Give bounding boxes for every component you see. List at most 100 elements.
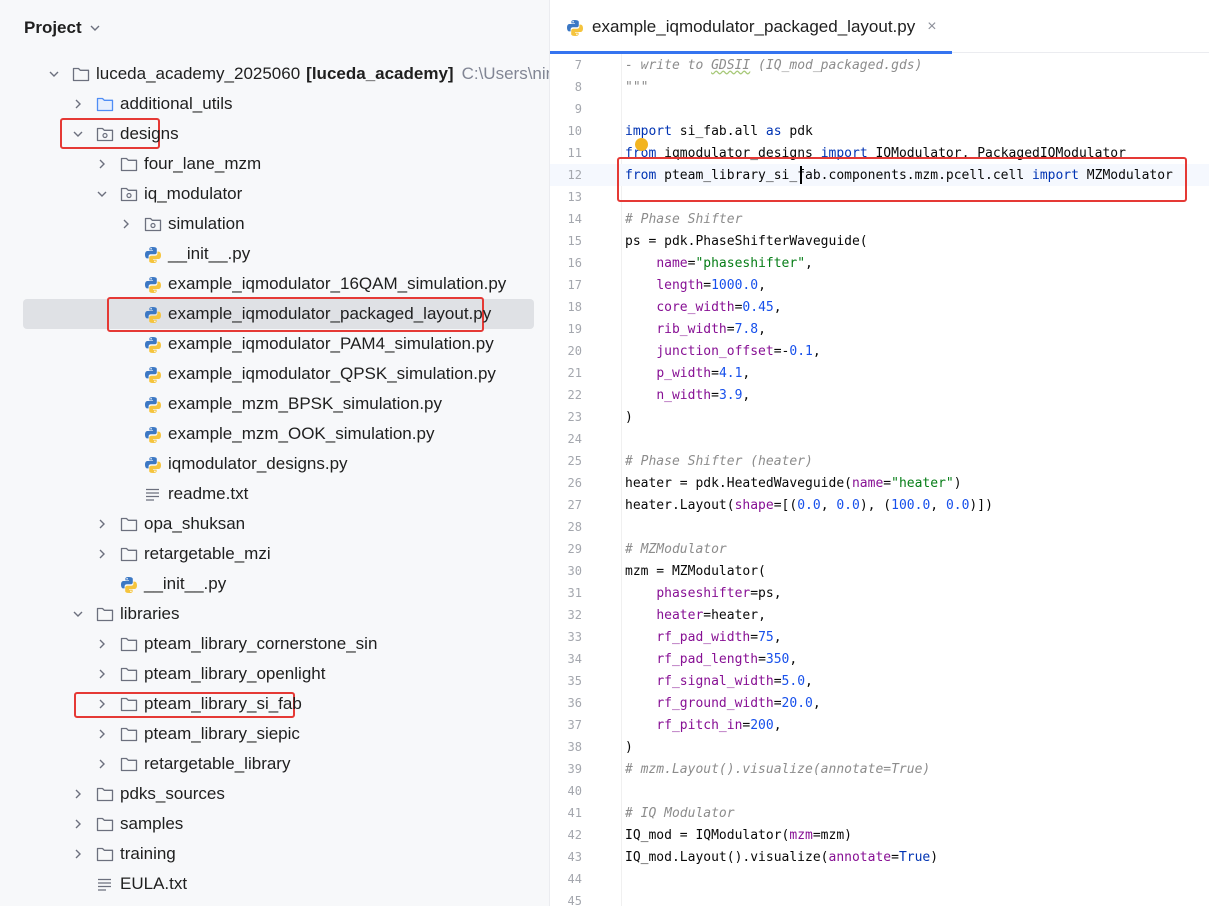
code-line[interactable]: 38) xyxy=(550,736,1209,758)
chevron-down-icon[interactable] xyxy=(96,188,108,200)
line-number: 38 xyxy=(567,740,582,754)
code-line[interactable]: 22 n_width=3.9, xyxy=(550,384,1209,406)
tree-item[interactable]: four_lane_mzm xyxy=(0,149,549,179)
tree-item[interactable]: readme.txt xyxy=(0,479,549,509)
chevron-right-icon[interactable] xyxy=(72,98,84,110)
chevron-down-icon[interactable] xyxy=(72,608,84,620)
tree-item[interactable]: additional_utils xyxy=(0,89,549,119)
code-line[interactable]: 39 # mzm.Layout().visualize(annotate=True… xyxy=(550,758,1209,780)
code-token: = xyxy=(891,849,899,865)
tree-item[interactable]: iq_modulator xyxy=(0,179,549,209)
tree-item[interactable]: opa_shuksan xyxy=(0,509,549,539)
tree-item[interactable]: pteam_library_siepic xyxy=(0,719,549,749)
line-number: 34 xyxy=(567,652,582,666)
code-line[interactable]: 24 xyxy=(550,428,1209,450)
tab-close-icon[interactable]: × xyxy=(927,18,936,36)
chevron-down-icon[interactable] xyxy=(89,22,101,34)
chevron-right-icon[interactable] xyxy=(72,848,84,860)
code-line[interactable]: 41 # IQ Modulator xyxy=(550,802,1209,824)
code-line[interactable]: 9 xyxy=(550,98,1209,120)
code-line[interactable]: 45 xyxy=(550,890,1209,906)
chevron-down-icon[interactable] xyxy=(48,68,60,80)
tree-item[interactable]: libraries xyxy=(0,599,549,629)
code-line[interactable]: 40 xyxy=(550,780,1209,802)
code-line[interactable]: 17 length=1000.0, xyxy=(550,274,1209,296)
chevron-right-icon[interactable] xyxy=(96,728,108,740)
tree-item-label: example_mzm_BPSK_simulation.py xyxy=(168,394,443,413)
code-line[interactable]: 16 name="phaseshifter", xyxy=(550,252,1209,274)
code-editor[interactable]: 7 - write to GDSII (IQ_mod_packaged.gds) 8… xyxy=(550,54,1209,906)
chevron-right-icon[interactable] xyxy=(96,158,108,170)
code-line[interactable]: 28 xyxy=(550,516,1209,538)
code-line[interactable]: 42 IQ_mod = IQModulator(mzm=mzm) xyxy=(550,824,1209,846)
tree-item[interactable]: __init__.py xyxy=(0,239,549,269)
chevron-right-icon[interactable] xyxy=(96,548,108,560)
code-line[interactable]: 11 from iqmodulator_designs import IQModu… xyxy=(550,142,1209,164)
tree-item[interactable]: pteam_library_openlight xyxy=(0,659,549,689)
tree-item[interactable]: pdks_sources xyxy=(0,779,549,809)
editor-tab-active[interactable]: example_iqmodulator_packaged_layout.py × xyxy=(550,0,952,54)
code-line[interactable]: 31 phaseshifter=ps, xyxy=(550,582,1209,604)
tree-item[interactable]: example_iqmodulator_16QAM_simulation.py xyxy=(0,269,549,299)
tree-item[interactable]: example_mzm_OOK_simulation.py xyxy=(0,419,549,449)
tree-item[interactable]: EULA.txt xyxy=(0,869,549,899)
chevron-right-icon[interactable] xyxy=(96,518,108,530)
code-line[interactable]: 25 # Phase Shifter (heater) xyxy=(550,450,1209,472)
code-line[interactable]: 19 rib_width=7.8, xyxy=(550,318,1209,340)
code-line[interactable]: 13 xyxy=(550,186,1209,208)
code-line[interactable]: 29 # MZModulator xyxy=(550,538,1209,560)
tree-item[interactable]: luceda_academy_2025060 [luceda_academy] C:… xyxy=(0,59,549,89)
tree-item[interactable]: simulation xyxy=(0,209,549,239)
code-line[interactable]: 10 import si_fab.all as pdk xyxy=(550,120,1209,142)
code-line[interactable]: 20 junction_offset=-0.1, xyxy=(550,340,1209,362)
chevron-right-icon[interactable] xyxy=(72,818,84,830)
tree-item-label: libraries xyxy=(120,604,180,623)
tree-item[interactable]: example_mzm_BPSK_simulation.py xyxy=(0,389,549,419)
tree-item-label: readme.txt xyxy=(168,484,249,503)
tree-item[interactable]: retargetable_mzi xyxy=(0,539,549,569)
code-line[interactable]: 27 heater.Layout(shape=[(0.0, 0.0), (100.… xyxy=(550,494,1209,516)
code-line[interactable]: 18 core_width=0.45, xyxy=(550,296,1209,318)
code-line[interactable]: 44 xyxy=(550,868,1209,890)
tree-item[interactable]: __init__.py xyxy=(0,569,549,599)
tree-item[interactable]: example_iqmodulator_QPSK_simulation.py xyxy=(0,359,549,389)
code-line[interactable]: 43 IQ_mod.Layout().visualize(annotate=Tru… xyxy=(550,846,1209,868)
chevron-right-icon[interactable] xyxy=(120,218,132,230)
code-line[interactable]: 34 rf_pad_length=350, xyxy=(550,648,1209,670)
code-text: ) xyxy=(625,410,633,425)
chevron-right-icon[interactable] xyxy=(96,668,108,680)
chevron-right-icon[interactable] xyxy=(96,758,108,770)
code-line[interactable]: 23) xyxy=(550,406,1209,428)
code-line[interactable]: 14 # Phase Shifter xyxy=(550,208,1209,230)
code-line[interactable]: 8 """ xyxy=(550,76,1209,98)
code-token: 1000.0 xyxy=(711,277,759,293)
code-line[interactable]: 15 ps = pdk.PhaseShifterWaveguide( xyxy=(550,230,1209,252)
chevron-right-icon[interactable] xyxy=(96,638,108,650)
tree-item[interactable]: samples xyxy=(0,809,549,839)
code-line[interactable]: 33 rf_pad_width=75, xyxy=(550,626,1209,648)
code-line[interactable]: 21 p_width=4.1, xyxy=(550,362,1209,384)
code-token: # mzm.Layout().visualize(annotate=True) xyxy=(625,761,931,777)
code-line[interactable]: 36 rf_ground_width=20.0, xyxy=(550,692,1209,714)
tree-item[interactable]: pteam_library_si_fab xyxy=(0,689,549,719)
chevron-right-icon[interactable] xyxy=(72,788,84,800)
code-token: 4.1 xyxy=(718,365,743,381)
chevron-right-icon[interactable] xyxy=(96,698,108,710)
tree-item[interactable]: training xyxy=(0,839,549,869)
tree-item[interactable]: designs xyxy=(0,119,549,149)
project-view-selector[interactable]: Project xyxy=(24,16,101,40)
tree-item[interactable]: iqmodulator_designs.py xyxy=(0,449,549,479)
tree-item[interactable]: example_iqmodulator_PAM4_simulation.py xyxy=(0,329,549,359)
code-line[interactable]: 37 rf_pitch_in=200, xyxy=(550,714,1209,736)
tree-item[interactable]: pteam_library_cornerstone_sin xyxy=(0,629,549,659)
code-line[interactable]: 7 - write to GDSII (IQ_mod_packaged.gds) xyxy=(550,54,1209,76)
tree-item[interactable]: example_iqmodulator_packaged_layout.py xyxy=(0,299,549,329)
chevron-down-icon[interactable] xyxy=(72,128,84,140)
code-line[interactable]: 30 mzm = MZModulator( xyxy=(550,560,1209,582)
code-line[interactable]: 12 from pteam_library_si_fab.components.m… xyxy=(550,164,1209,186)
code-line[interactable]: 35 rf_signal_width=5.0, xyxy=(550,670,1209,692)
code-line[interactable]: 32 heater=heater, xyxy=(550,604,1209,626)
code-line[interactable]: 26 heater = pdk.HeatedWaveguide(name="hea… xyxy=(550,472,1209,494)
tree-item[interactable]: retargetable_library xyxy=(0,749,549,779)
intention-bulb-icon[interactable] xyxy=(635,138,648,151)
